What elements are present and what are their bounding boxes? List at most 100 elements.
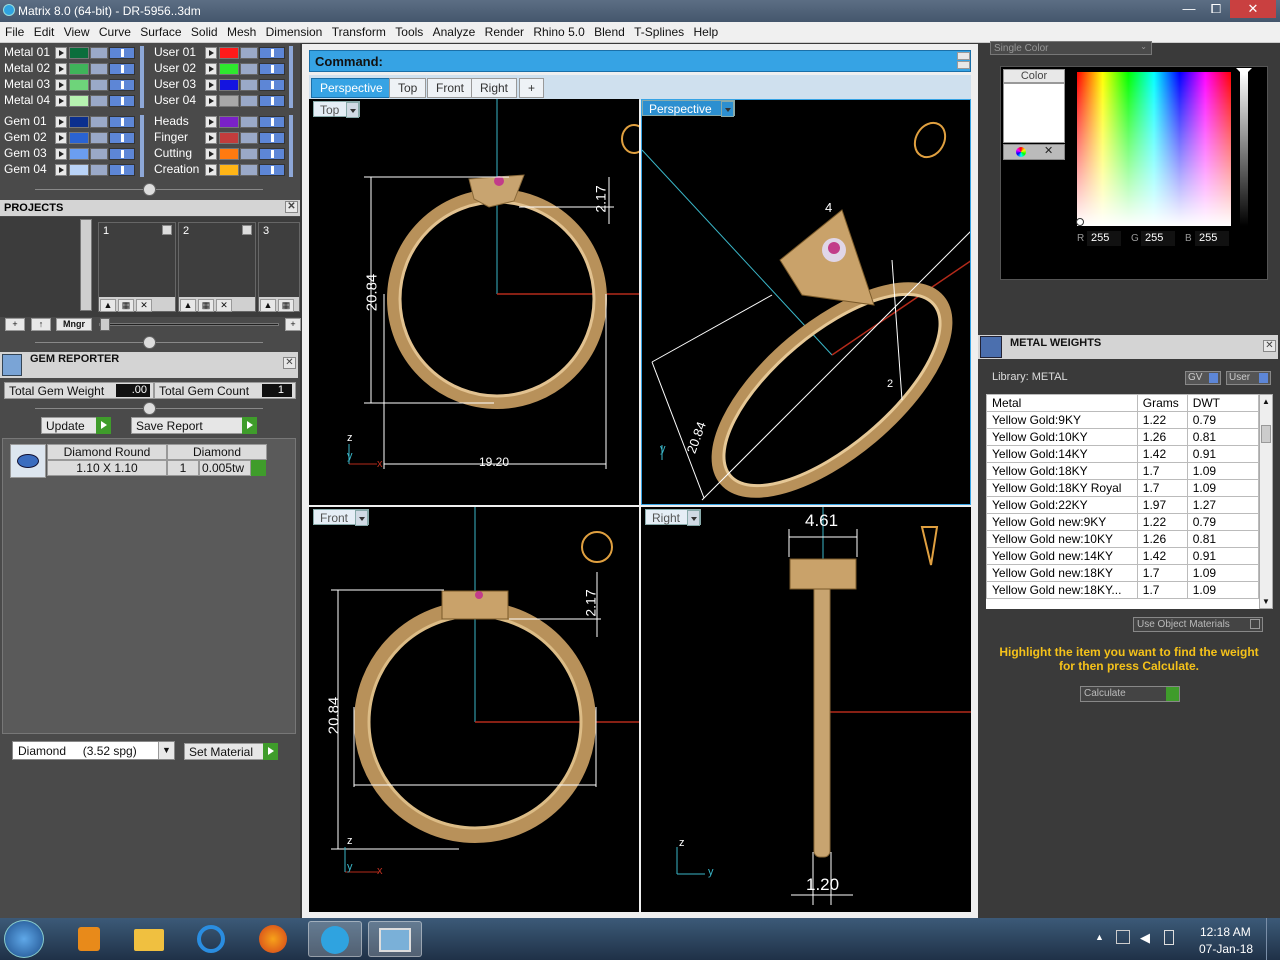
add-icon[interactable]: + xyxy=(5,318,25,331)
slider-handle[interactable] xyxy=(100,318,110,331)
file-explorer-icon[interactable] xyxy=(122,921,176,957)
media-player-icon[interactable] xyxy=(62,921,116,957)
scroll-up-icon[interactable]: ▲ xyxy=(1262,397,1270,406)
table-row[interactable]: Yellow Gold:18KY Royal 1.7 1.09 xyxy=(986,479,1259,497)
visibility-icon[interactable] xyxy=(259,148,285,160)
layer-color-swatch[interactable] xyxy=(219,47,239,59)
save-icon[interactable]: ▦ xyxy=(278,299,294,312)
layer-color-swatch[interactable] xyxy=(69,63,89,75)
table-row[interactable]: Yellow Gold new:9KY 1.22 0.79 xyxy=(986,513,1259,531)
tab-front[interactable]: Front xyxy=(427,78,474,98)
table-row[interactable]: Yellow Gold:9KY 1.22 0.79 xyxy=(986,411,1259,429)
layer-color-swatch[interactable] xyxy=(219,63,239,75)
layer-color-swatch[interactable] xyxy=(69,79,89,91)
lock-icon[interactable] xyxy=(240,132,258,144)
project-slot-1[interactable]: 1 ▲ ▦ ✕ xyxy=(98,222,176,312)
tab-perspective[interactable]: Perspective xyxy=(311,78,392,98)
lock-icon[interactable] xyxy=(90,79,108,91)
expand-arrow-icon[interactable] xyxy=(55,132,67,144)
lock-icon[interactable] xyxy=(90,132,108,144)
up-icon[interactable]: ▲ xyxy=(100,299,116,312)
collapse-icon[interactable] xyxy=(143,183,156,196)
tray-expand-icon[interactable]: ▲ xyxy=(1095,932,1104,942)
expand-arrow-icon[interactable] xyxy=(55,148,67,160)
arrow-icon[interactable] xyxy=(162,225,172,235)
layer-color-swatch[interactable] xyxy=(69,132,89,144)
close-button[interactable]: ✕ xyxy=(1230,0,1276,18)
menu-render[interactable]: Render xyxy=(480,22,524,39)
save-icon[interactable]: ▦ xyxy=(118,299,134,312)
layer-color-swatch[interactable] xyxy=(219,79,239,91)
brightness-slider[interactable] xyxy=(1240,72,1248,226)
viewport-label-perspective[interactable]: Perspective xyxy=(642,100,735,117)
visibility-icon[interactable] xyxy=(259,47,285,59)
menu-surface[interactable]: Surface xyxy=(135,22,181,39)
lock-icon[interactable] xyxy=(90,95,108,107)
visibility-icon[interactable] xyxy=(109,132,135,144)
close-icon[interactable]: ✕ xyxy=(283,357,296,369)
scroll-up-icon[interactable] xyxy=(957,52,970,60)
green-input[interactable]: 255 xyxy=(1141,231,1175,246)
visibility-icon[interactable] xyxy=(109,164,135,176)
menu-tsplines[interactable]: T-Splines xyxy=(629,22,684,39)
expand-arrow-icon[interactable] xyxy=(205,132,217,144)
menu-file[interactable]: File xyxy=(0,22,24,39)
red-input[interactable]: 255 xyxy=(1087,231,1121,246)
scroll-down-icon[interactable] xyxy=(957,61,970,69)
table-row[interactable]: Yellow Gold new:18KY 1.7 1.09 xyxy=(986,564,1259,582)
viewport-label-top[interactable]: Top xyxy=(313,101,361,118)
menu-solid[interactable]: Solid xyxy=(186,22,218,39)
menu-view[interactable]: View xyxy=(59,22,90,39)
save-report-button[interactable]: Save Report xyxy=(131,417,257,434)
layer-color-swatch[interactable] xyxy=(219,132,239,144)
chevron-down-icon[interactable] xyxy=(355,510,369,526)
blue-input[interactable]: 255 xyxy=(1195,231,1229,246)
scroll-down-icon[interactable]: ▼ xyxy=(1262,597,1270,606)
calculate-button[interactable]: Calculate xyxy=(1080,686,1180,702)
viewport-label-front[interactable]: Front xyxy=(313,509,370,526)
arrow-icon[interactable] xyxy=(242,225,252,235)
layer-color-swatch[interactable] xyxy=(69,164,89,176)
manager-button[interactable]: Mngr xyxy=(56,318,92,331)
menu-help[interactable]: Help xyxy=(689,22,719,39)
layer-color-swatch[interactable] xyxy=(69,47,89,59)
expand-arrow-icon[interactable] xyxy=(205,116,217,128)
column-grams[interactable]: Grams xyxy=(1136,394,1188,412)
menu-analyze[interactable]: Analyze xyxy=(428,22,476,39)
expand-arrow-icon[interactable] xyxy=(205,95,217,107)
menu-curve[interactable]: Curve xyxy=(94,22,131,39)
firefox-icon[interactable] xyxy=(246,921,300,957)
table-row[interactable]: Yellow Gold:14KY 1.42 0.91 xyxy=(986,445,1259,463)
chevron-down-icon[interactable] xyxy=(687,510,701,526)
collapse-icon[interactable] xyxy=(143,336,156,349)
zoom-slider[interactable] xyxy=(99,323,279,326)
gv-toggle[interactable]: GV xyxy=(1185,371,1221,385)
expand-arrow-icon[interactable] xyxy=(205,148,217,160)
menu-mesh[interactable]: Mesh xyxy=(222,22,256,39)
expand-arrow-icon[interactable] xyxy=(55,47,67,59)
user-toggle[interactable]: User xyxy=(1226,371,1271,385)
tab-top[interactable]: Top xyxy=(389,78,427,98)
visibility-icon[interactable] xyxy=(109,63,135,75)
viewport-top[interactable]: Top 20.84 2.17 19.20 z y x xyxy=(309,99,639,505)
lock-icon[interactable] xyxy=(240,116,258,128)
up-icon[interactable]: ▲ xyxy=(180,299,196,312)
lock-icon[interactable] xyxy=(240,79,258,91)
delete-icon[interactable]: ✕ xyxy=(136,299,152,312)
use-object-materials-toggle[interactable]: Use Object Materials xyxy=(1133,617,1263,632)
chevron-down-icon[interactable]: ⌄ xyxy=(1140,42,1147,51)
layer-color-swatch[interactable] xyxy=(219,95,239,107)
layer-color-swatch[interactable] xyxy=(219,164,239,176)
lock-icon[interactable] xyxy=(240,63,258,75)
close-icon[interactable]: ✕ xyxy=(285,201,298,213)
layer-color-swatch[interactable] xyxy=(219,148,239,160)
project-slot-3[interactable]: 3 ▲ ▦ xyxy=(258,222,300,312)
expand-arrow-icon[interactable] xyxy=(55,164,67,176)
lock-icon[interactable] xyxy=(240,95,258,107)
expand-arrow-icon[interactable] xyxy=(55,79,67,91)
visibility-icon[interactable] xyxy=(109,148,135,160)
table-row[interactable]: Yellow Gold new:10KY 1.26 0.81 xyxy=(986,530,1259,548)
menu-transform[interactable]: Transform xyxy=(327,22,386,39)
internet-explorer-icon[interactable] xyxy=(184,921,238,957)
close-icon[interactable]: ✕ xyxy=(1263,340,1276,352)
